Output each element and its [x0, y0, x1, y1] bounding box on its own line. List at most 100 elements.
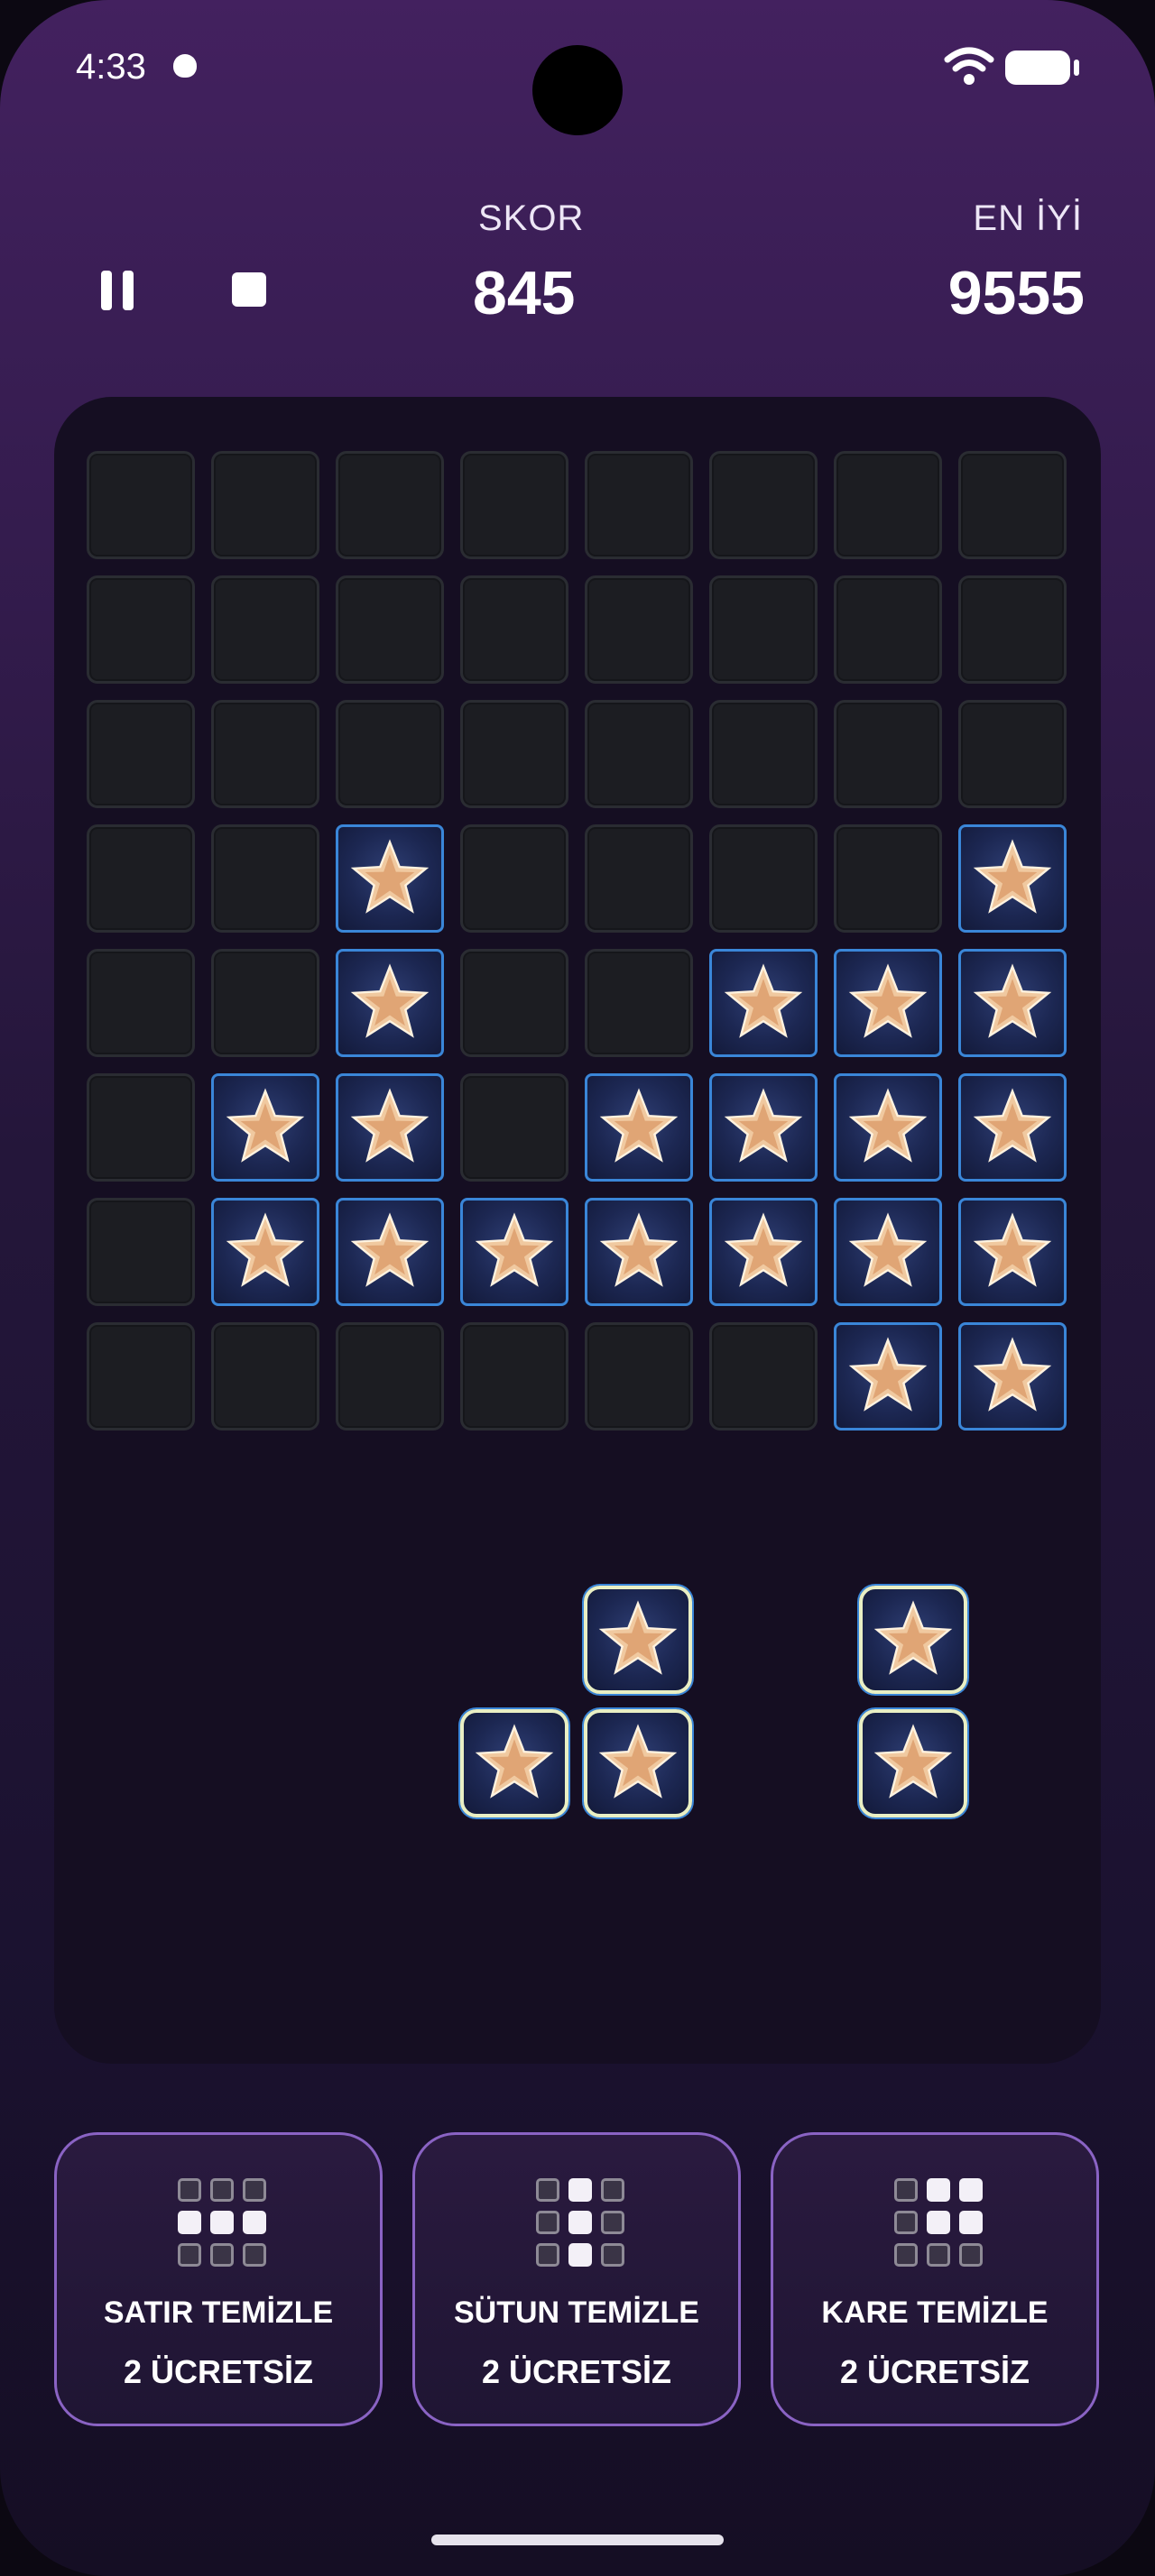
star-icon — [350, 839, 430, 914]
board-cell-empty[interactable] — [585, 949, 693, 1057]
board-cell-empty[interactable] — [87, 824, 195, 933]
piece-tile[interactable] — [859, 1709, 967, 1817]
board-cell-empty[interactable] — [336, 1322, 444, 1431]
clear-row-powerup[interactable]: SATIR TEMİZLE 2 ÜCRETSİZ — [54, 2132, 383, 2426]
board-cell-empty[interactable] — [87, 700, 195, 808]
board-cell-empty[interactable] — [585, 824, 693, 933]
board-cell-empty[interactable] — [709, 575, 818, 684]
score-value: 845 — [473, 259, 576, 327]
board-cell-empty[interactable] — [211, 824, 319, 933]
board-cell-empty[interactable] — [834, 824, 942, 933]
board-cell-filled[interactable] — [585, 1073, 693, 1182]
piece-tile[interactable] — [584, 1586, 692, 1694]
star-icon — [973, 839, 1052, 914]
grid-dot-active — [568, 2243, 592, 2267]
board-cell-empty[interactable] — [585, 700, 693, 808]
board-cell-empty[interactable] — [834, 575, 942, 684]
board-cell-filled[interactable] — [958, 824, 1067, 933]
board-cell-filled[interactable] — [460, 1198, 568, 1306]
grid-dot — [536, 2211, 559, 2234]
board-cell-empty[interactable] — [460, 451, 568, 559]
board-cell-filled[interactable] — [834, 1073, 942, 1182]
board-cell-empty[interactable] — [211, 700, 319, 808]
grid-dot — [210, 2178, 234, 2202]
stop-button[interactable] — [232, 272, 266, 307]
clear-square-powerup[interactable]: KARE TEMİZLE 2 ÜCRETSİZ — [771, 2132, 1099, 2426]
star-icon — [350, 963, 430, 1038]
wifi-icon — [944, 47, 994, 85]
board-cell-filled[interactable] — [211, 1198, 319, 1306]
powerup-count: 2 ÜCRETSİZ — [481, 2353, 672, 2390]
board-cell-empty[interactable] — [211, 949, 319, 1057]
grid-dot-active — [959, 2211, 983, 2234]
board-cell-empty[interactable] — [336, 451, 444, 559]
board-cell-empty[interactable] — [211, 575, 319, 684]
board-cell-filled[interactable] — [336, 1198, 444, 1306]
piece-tile[interactable] — [859, 1586, 967, 1694]
board-cell-filled[interactable] — [709, 1198, 818, 1306]
board-cell-filled[interactable] — [211, 1073, 319, 1182]
board-cell-empty[interactable] — [460, 700, 568, 808]
best-score-label: EN İYİ — [973, 198, 1083, 238]
best-score-value: 9555 — [947, 259, 1085, 327]
piece-tile[interactable] — [460, 1709, 568, 1817]
board-cell-empty[interactable] — [709, 700, 818, 808]
star-icon — [873, 1724, 953, 1799]
star-icon — [226, 1212, 305, 1287]
board-cell-empty[interactable] — [336, 700, 444, 808]
board-cell-filled[interactable] — [709, 949, 818, 1057]
board-cell-filled[interactable] — [958, 1198, 1067, 1306]
piece-tile[interactable] — [584, 1709, 692, 1817]
board-cell-empty[interactable] — [834, 451, 942, 559]
board-cell-empty[interactable] — [709, 824, 818, 933]
clear-column-powerup[interactable]: SÜTUN TEMİZLE 2 ÜCRETSİZ — [412, 2132, 741, 2426]
board-cell-filled[interactable] — [336, 1073, 444, 1182]
board-cell-empty[interactable] — [211, 451, 319, 559]
board-cell-empty[interactable] — [834, 700, 942, 808]
board-cell-empty[interactable] — [460, 949, 568, 1057]
star-icon — [350, 1088, 430, 1163]
board-cell-filled[interactable] — [958, 1073, 1067, 1182]
grid-dot — [243, 2243, 266, 2267]
board-cell-filled[interactable] — [834, 1322, 942, 1431]
powerup-title: KARE TEMİZLE — [821, 2295, 1049, 2330]
board-cell-filled[interactable] — [709, 1073, 818, 1182]
star-icon — [599, 1088, 679, 1163]
board-cell-empty[interactable] — [87, 1198, 195, 1306]
board-cell-empty[interactable] — [460, 824, 568, 933]
star-icon — [848, 1212, 928, 1287]
board-cell-empty[interactable] — [460, 1073, 568, 1182]
board-cell-empty[interactable] — [958, 575, 1067, 684]
board-cell-empty[interactable] — [460, 1322, 568, 1431]
board-cell-filled[interactable] — [958, 1322, 1067, 1431]
board-cell-filled[interactable] — [336, 949, 444, 1057]
pause-button[interactable] — [101, 271, 137, 310]
grid-dot — [601, 2243, 624, 2267]
board-cell-empty[interactable] — [336, 575, 444, 684]
star-icon — [475, 1212, 554, 1287]
board-cell-empty[interactable] — [585, 451, 693, 559]
board-cell-empty[interactable] — [958, 700, 1067, 808]
grid-dot — [210, 2243, 234, 2267]
board-cell-empty[interactable] — [87, 575, 195, 684]
board-cell-filled[interactable] — [336, 824, 444, 933]
board-cell-empty[interactable] — [211, 1322, 319, 1431]
board-cell-empty[interactable] — [87, 949, 195, 1057]
board-cell-empty[interactable] — [585, 1322, 693, 1431]
board-cell-empty[interactable] — [958, 451, 1067, 559]
home-indicator[interactable] — [431, 2535, 724, 2545]
board-cell-empty[interactable] — [87, 1073, 195, 1182]
star-icon — [598, 1600, 678, 1675]
board-cell-empty[interactable] — [585, 575, 693, 684]
board-cell-empty[interactable] — [709, 451, 818, 559]
board-cell-empty[interactable] — [709, 1322, 818, 1431]
board-cell-empty[interactable] — [87, 1322, 195, 1431]
board-cell-empty[interactable] — [87, 451, 195, 559]
board-cell-empty[interactable] — [460, 575, 568, 684]
board-cell-filled[interactable] — [834, 949, 942, 1057]
board-cell-filled[interactable] — [585, 1198, 693, 1306]
board-cell-filled[interactable] — [834, 1198, 942, 1306]
powerup-count: 2 ÜCRETSİZ — [839, 2353, 1030, 2390]
board-cell-filled[interactable] — [958, 949, 1067, 1057]
star-icon — [873, 1600, 953, 1675]
